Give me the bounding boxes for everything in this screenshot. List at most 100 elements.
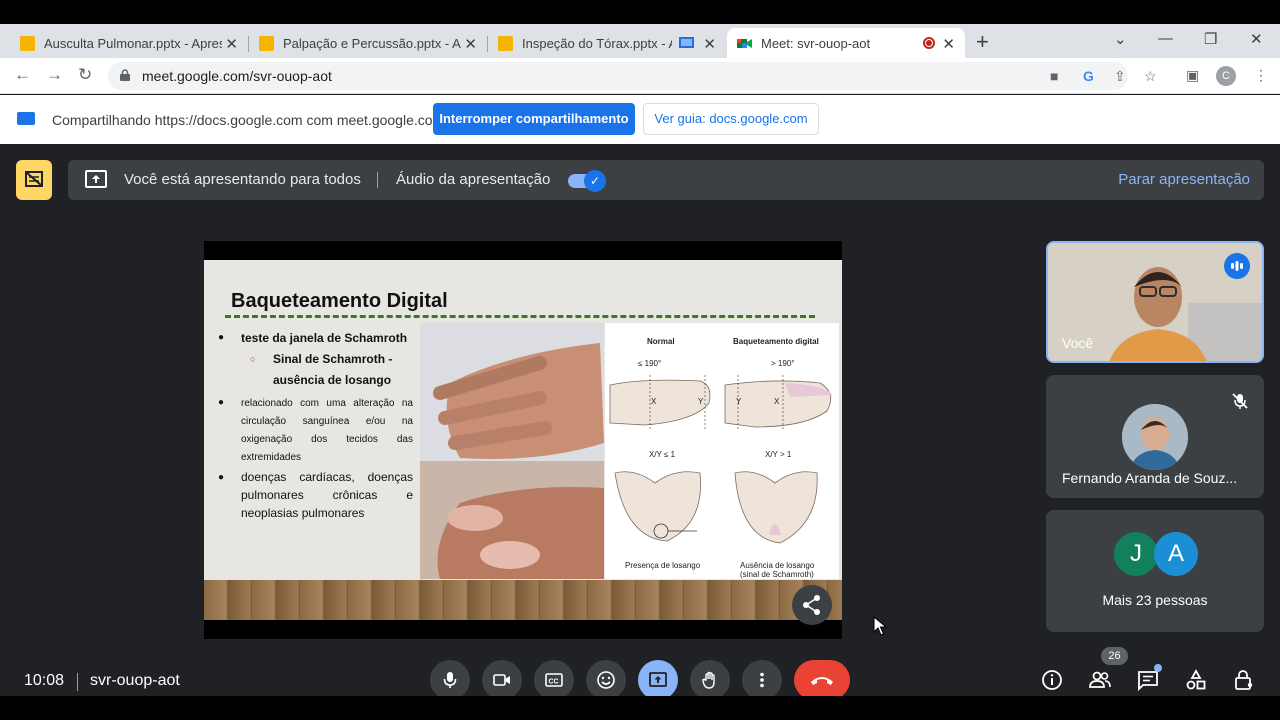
slide-floor-background	[204, 580, 842, 620]
address-bar[interactable]: meet.google.com/svr-ouop-aot ■ G ⇪ ☆	[108, 62, 1157, 90]
schamroth-diagram: Normal Baqueteamento digital ≤ 190° > 19…	[605, 323, 839, 579]
slide-title: Baqueteamento Digital	[231, 290, 448, 312]
more-vert-icon	[760, 672, 764, 688]
chat-button[interactable]	[1136, 664, 1162, 692]
presenting-banner: Você está apresentando para todos Áudio …	[68, 160, 1264, 200]
share-slide-button[interactable]	[792, 585, 832, 625]
participant-name: Fernando Aranda de Souz...	[1062, 470, 1238, 486]
people-button[interactable]	[1088, 668, 1112, 692]
meeting-details-button[interactable]	[1040, 668, 1064, 692]
lock-icon	[120, 69, 130, 81]
presentation-audio-toggle[interactable]: ✓	[568, 170, 606, 192]
share-page-icon[interactable]: ⇪	[1114, 68, 1126, 85]
raise-hand-button[interactable]	[690, 660, 730, 696]
sharing-text: Compartilhando https://docs.google.com c…	[52, 112, 445, 128]
slides-icon	[498, 35, 513, 51]
avatar: J	[1114, 532, 1158, 576]
tab-ausculta[interactable]: Ausculta Pulmonar.pptx - Apresentação ✕	[10, 28, 249, 58]
presenting-icon	[25, 171, 43, 187]
microphone-button[interactable]	[430, 660, 470, 696]
shared-screen: Baqueteamento Digital ● teste da janela …	[204, 241, 842, 639]
browser-toolbar: ← → ↻ meet.google.com/svr-ouop-aot ■ G ⇪…	[0, 58, 1280, 94]
activities-button[interactable]	[1184, 668, 1208, 692]
camera-button[interactable]	[482, 660, 522, 696]
clubbed-fingers-photo	[420, 323, 604, 579]
hand-icon	[702, 671, 715, 689]
slide: Baqueteamento Digital ● teste da janela …	[204, 260, 842, 620]
close-window-icon[interactable]: ✕	[1250, 30, 1263, 48]
meet-icon	[737, 36, 752, 51]
tab-inspecao[interactable]: Inspeção do Tórax.pptx - Apresentação ✕	[488, 28, 726, 58]
slides-icon	[20, 35, 35, 51]
restore-icon[interactable]: ❐	[1204, 30, 1217, 48]
close-icon[interactable]: ✕	[703, 35, 716, 53]
close-icon[interactable]: ✕	[464, 35, 477, 53]
leave-call-button[interactable]	[794, 660, 850, 696]
slide-subbullet-cont: ausência de losango	[273, 373, 392, 387]
mic-off-icon	[1230, 391, 1250, 411]
presentation-badge[interactable]	[16, 160, 52, 200]
tab-palpacao[interactable]: Palpação e Percussão.pptx - Apresentação…	[249, 28, 488, 58]
reactions-button[interactable]	[586, 660, 626, 696]
camera-icon[interactable]: ■	[1050, 68, 1058, 84]
google-lens-icon[interactable]: G	[1083, 68, 1094, 84]
url-text: meet.google.com/svr-ouop-aot	[142, 68, 332, 84]
menu-kebab-icon[interactable]: ⋮	[1254, 67, 1268, 84]
slide-bullet: teste da janela de Schamroth	[241, 331, 408, 345]
stop-presenting-button[interactable]: Parar apresentação	[1118, 171, 1250, 188]
people-count-badge: 26	[1101, 647, 1128, 665]
more-participants-tile[interactable]: J A Mais 23 pessoas	[1046, 510, 1264, 632]
new-tab-button[interactable]: +	[976, 29, 989, 55]
stop-sharing-button[interactable]: Interromper compartilhamento	[433, 103, 635, 135]
self-name: Você	[1062, 335, 1094, 351]
activities-shapes-icon	[1186, 669, 1206, 690]
screen-share-icon	[17, 112, 35, 125]
slides-icon	[259, 35, 274, 51]
people-icon	[1089, 671, 1111, 688]
present-screen-icon	[649, 672, 667, 687]
tab-search-icon[interactable]: ⌄	[1114, 30, 1127, 48]
present-screen-icon	[85, 170, 107, 188]
close-icon[interactable]: ✕	[942, 35, 955, 53]
more-people-label: Mais 23 pessoas	[1102, 592, 1208, 608]
presentation-audio-label: Áudio da apresentação	[396, 171, 551, 188]
present-button[interactable]	[638, 660, 678, 696]
speaking-indicator-icon	[1224, 253, 1250, 279]
captions-icon: CC	[545, 673, 563, 687]
tab-meet[interactable]: Meet: svr-ouop-aot ✕	[727, 28, 965, 58]
video-camera-icon	[493, 674, 510, 686]
tab-strip: Ausculta Pulmonar.pptx - Apresentação ✕ …	[0, 24, 1280, 58]
lock-person-icon	[1235, 670, 1253, 690]
screen: Ausculta Pulmonar.pptx - Apresentação ✕ …	[0, 24, 1280, 696]
self-tile[interactable]: Você	[1046, 241, 1264, 363]
avatar: A	[1154, 532, 1198, 576]
sharing-tab-icon	[679, 37, 694, 48]
meet-stage: Você está apresentando para todos Áudio …	[0, 144, 1280, 696]
emoji-icon	[597, 671, 615, 689]
hang-up-icon	[811, 677, 833, 685]
forward-icon[interactable]: →	[46, 65, 63, 85]
side-panel-icon[interactable]: ▣	[1186, 67, 1199, 84]
captions-button[interactable]: CC	[534, 660, 574, 696]
check-icon: ✓	[584, 170, 606, 192]
sharing-infobar: Compartilhando https://docs.google.com c…	[0, 95, 1280, 144]
bookmark-star-icon[interactable]: ☆	[1144, 68, 1157, 85]
recording-icon	[923, 37, 935, 49]
view-tab-button[interactable]: Ver guia: docs.google.com	[643, 103, 819, 135]
meeting-clock: 10:08	[24, 672, 65, 689]
meeting-code: svr-ouop-aot	[90, 672, 180, 689]
host-controls-button[interactable]	[1232, 668, 1256, 692]
reload-icon[interactable]: ↻	[78, 65, 92, 85]
mouse-cursor-icon	[873, 616, 887, 636]
avatar	[1122, 404, 1188, 470]
microphone-icon	[443, 672, 457, 688]
slide-subbullet: Sinal de Schamroth -	[273, 352, 393, 366]
participant-tile[interactable]: Fernando Aranda de Souz...	[1046, 375, 1264, 498]
svg-text:CC: CC	[549, 679, 559, 686]
profile-avatar[interactable]: C	[1216, 66, 1236, 86]
more-options-button[interactable]	[742, 660, 782, 696]
close-icon[interactable]: ✕	[225, 35, 238, 53]
minimize-icon[interactable]: —	[1158, 30, 1173, 47]
info-icon	[1042, 670, 1062, 690]
back-icon[interactable]: ←	[14, 65, 31, 85]
